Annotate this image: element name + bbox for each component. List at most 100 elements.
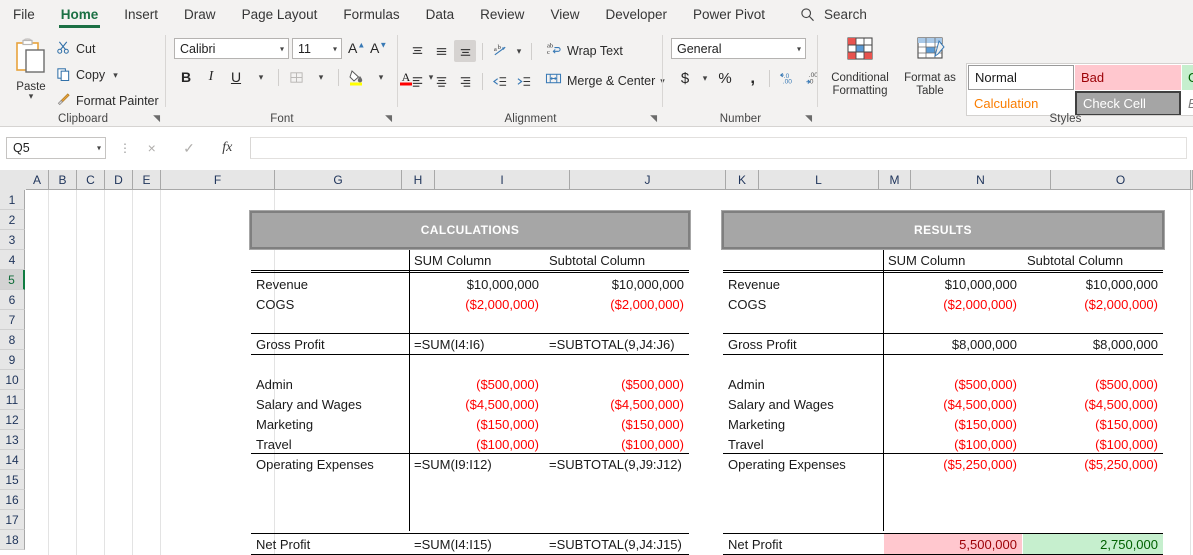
row-header-17[interactable]: 17	[0, 510, 25, 530]
cut-button[interactable]: Cut	[56, 40, 95, 58]
copy-chevron-down-icon[interactable]: ▾	[113, 70, 118, 81]
column-header-f[interactable]: F	[161, 170, 275, 190]
tab-data[interactable]: Data	[413, 3, 468, 27]
column-header-l[interactable]: L	[759, 170, 879, 190]
column-header-e[interactable]: E	[133, 170, 161, 190]
number-format-combobox[interactable]: General ▾	[671, 38, 806, 59]
format-painter-button[interactable]: Format Painter	[56, 92, 159, 110]
column-header-b[interactable]: B	[49, 170, 77, 190]
tab-home[interactable]: Home	[48, 3, 112, 28]
column-header-i[interactable]: I	[435, 170, 570, 190]
row-header-2[interactable]: 2	[0, 210, 25, 230]
row-header-11[interactable]: 11	[0, 390, 25, 410]
orientation-chevron-down-icon[interactable]: ▾	[513, 40, 525, 62]
align-bottom-button[interactable]	[454, 40, 476, 62]
alignment-dialog-launcher-icon[interactable]: ◥	[650, 113, 657, 124]
tab-file[interactable]: File	[0, 3, 48, 27]
number-dialog-launcher-icon[interactable]: ◥	[805, 113, 812, 124]
conditional-formatting-button[interactable]: Conditional Formatting	[826, 35, 894, 97]
align-center-button[interactable]	[430, 70, 452, 92]
tab-insert[interactable]: Insert	[111, 3, 171, 27]
row-header-10[interactable]: 10	[0, 370, 25, 390]
row-header-1[interactable]: 1	[0, 190, 25, 210]
row-header-6[interactable]: 6	[0, 290, 25, 310]
fill-color-button[interactable]	[344, 65, 368, 89]
column-header-m[interactable]: M	[879, 170, 911, 190]
insert-function-icon[interactable]: fx	[222, 140, 232, 156]
align-middle-button[interactable]	[430, 40, 452, 62]
align-left-button[interactable]	[406, 70, 428, 92]
row-header-4[interactable]: 4	[0, 250, 25, 270]
bold-button[interactable]: B	[174, 65, 198, 89]
style-bad[interactable]: Bad	[1075, 65, 1181, 90]
tab-view[interactable]: View	[537, 3, 592, 27]
increase-decimal-button[interactable]: .0.00	[776, 66, 800, 90]
tab-review[interactable]: Review	[467, 3, 537, 27]
borders-chevron-down-icon[interactable]: ▾	[309, 65, 333, 89]
underline-button[interactable]: U	[224, 65, 248, 89]
increase-font-size-button[interactable]: A▲	[348, 40, 365, 56]
wrap-text-button[interactable]: ab c Wrap Text	[546, 41, 623, 61]
column-header-d[interactable]: D	[105, 170, 133, 190]
row-header-16[interactable]: 16	[0, 490, 25, 510]
align-top-button[interactable]	[406, 40, 428, 62]
column-header-h[interactable]: H	[402, 170, 435, 190]
row-header-8[interactable]: 8	[0, 330, 25, 350]
tab-page-layout[interactable]: Page Layout	[229, 3, 331, 27]
column-header-c[interactable]: C	[77, 170, 105, 190]
row-header-5[interactable]: 5	[0, 270, 25, 290]
row-header-7[interactable]: 7	[0, 310, 25, 330]
clipboard-dialog-launcher-icon[interactable]: ◥	[153, 113, 160, 124]
column-header-j[interactable]: J	[570, 170, 726, 190]
accounting-chevron-down-icon[interactable]: ▾	[699, 66, 711, 90]
cell-styles-gallery[interactable]: Normal Bad Go Calculation Check Cell Exp	[966, 63, 1193, 116]
formula-bar-handle[interactable]: ⋮	[119, 141, 131, 155]
tab-draw[interactable]: Draw	[171, 3, 229, 27]
name-box-chevron-down-icon[interactable]: ▾	[97, 144, 101, 153]
name-box[interactable]: Q5 ▾	[6, 137, 106, 159]
increase-indent-button[interactable]	[513, 70, 535, 92]
paste-chevron-down-icon[interactable]: ▾	[8, 92, 54, 101]
chevron-down-icon[interactable]: ▾	[333, 44, 337, 53]
row-header-12[interactable]: 12	[0, 410, 25, 430]
accounting-format-button[interactable]: $	[673, 66, 697, 90]
italic-button[interactable]: I	[199, 65, 223, 89]
font-size-combobox[interactable]: 11 ▾	[292, 38, 342, 59]
column-header-g[interactable]: G	[275, 170, 402, 190]
style-good[interactable]: Go	[1182, 65, 1193, 90]
decrease-font-size-button[interactable]: A▼	[370, 40, 387, 56]
formula-input[interactable]	[250, 137, 1187, 159]
sheet-cells[interactable]: CALCULATIONS SUM Column Subtotal Column …	[26, 190, 1193, 555]
row-header-14[interactable]: 14	[0, 450, 25, 470]
tab-developer[interactable]: Developer	[592, 3, 680, 27]
row-header-3[interactable]: 3	[0, 230, 25, 250]
align-right-button[interactable]	[454, 70, 476, 92]
cancel-icon[interactable]: ×	[148, 140, 156, 156]
column-header-a[interactable]: A	[26, 170, 49, 190]
decrease-indent-button[interactable]	[489, 70, 511, 92]
merge-and-center-button[interactable]: Merge & Center ▾	[545, 71, 665, 91]
tab-formulas[interactable]: Formulas	[330, 3, 412, 27]
chevron-down-icon[interactable]: ▾	[797, 44, 801, 53]
row-header-9[interactable]: 9	[0, 350, 25, 370]
format-as-table-button[interactable]: Format as Table	[896, 35, 964, 97]
font-name-combobox[interactable]: Calibri ▾	[174, 38, 289, 59]
column-header-n[interactable]: N	[911, 170, 1051, 190]
column-header-o[interactable]: O	[1051, 170, 1191, 190]
style-normal[interactable]: Normal	[968, 65, 1074, 90]
column-header-k[interactable]: K	[726, 170, 759, 190]
font-dialog-launcher-icon[interactable]: ◥	[385, 113, 392, 124]
copy-button[interactable]: Copy ▾	[56, 66, 118, 84]
enter-icon[interactable]: ✓	[183, 140, 195, 157]
tab-power-pivot[interactable]: Power Pivot	[680, 3, 778, 27]
underline-chevron-down-icon[interactable]: ▾	[249, 65, 273, 89]
comma-style-button[interactable]: ,	[739, 66, 763, 90]
paste-button[interactable]: Paste ▾	[8, 37, 54, 101]
fill-color-chevron-down-icon[interactable]: ▾	[369, 65, 393, 89]
chevron-down-icon[interactable]: ▾	[280, 44, 284, 53]
search-box[interactable]: Search	[800, 7, 867, 22]
row-header-18[interactable]: 18	[0, 530, 25, 550]
row-header-13[interactable]: 13	[0, 430, 25, 450]
orientation-button[interactable]: ab	[489, 40, 511, 62]
percent-style-button[interactable]: %	[713, 66, 737, 90]
